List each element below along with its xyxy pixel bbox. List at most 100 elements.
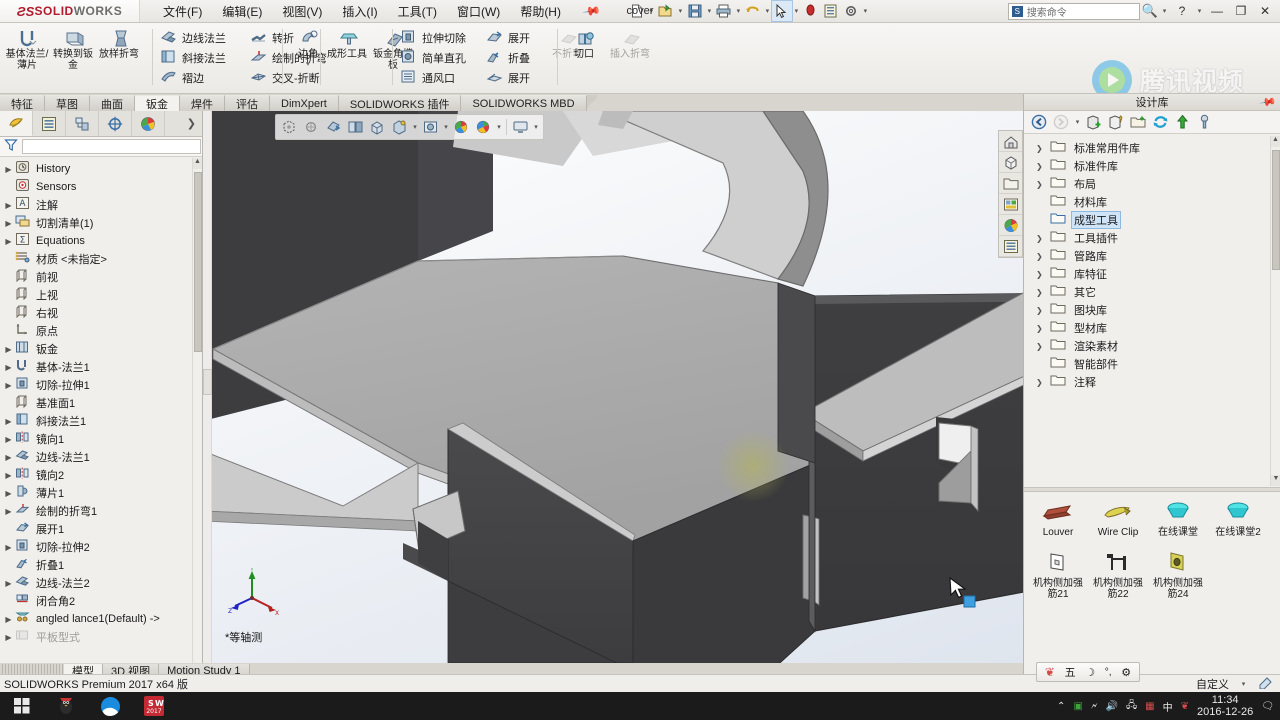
menu-help[interactable]: 帮助(H) <box>517 1 564 22</box>
viewport-scroll-thumb[interactable] <box>203 369 212 395</box>
tree-item-flat-pattern[interactable]: ▶ 平板型式 <box>0 628 192 646</box>
add-file-location-icon[interactable] <box>1107 113 1126 132</box>
rip-button[interactable]: 切口 <box>561 25 607 60</box>
library-item-layout[interactable]: ❯ 布局 <box>1024 175 1270 193</box>
expand-arrow-icon[interactable]: ▶ <box>2 489 15 498</box>
zoom-to-fit-icon[interactable] <box>279 117 300 138</box>
help-button[interactable]: ? <box>1171 2 1193 21</box>
display-manager-tab[interactable] <box>132 111 165 136</box>
design-library-icon[interactable] <box>999 152 1022 173</box>
pin-panel-icon[interactable]: 📌 <box>1259 93 1278 112</box>
property-manager-tab[interactable] <box>33 111 66 136</box>
scroll-up-arrow[interactable]: ▲ <box>193 158 202 169</box>
configuration-manager-tab[interactable] <box>66 111 99 136</box>
expand-arrow-icon[interactable]: ❯ <box>1036 342 1043 351</box>
expand-arrow-icon[interactable]: ▶ <box>2 453 15 462</box>
baidu-tray-icon[interactable]: ❦ <box>1181 701 1189 712</box>
library-item-blocks[interactable]: ❯ 图块库 <box>1024 301 1270 319</box>
expand-arrow-icon[interactable]: ▶ <box>2 579 15 588</box>
tab-weldments[interactable]: 焊件 <box>180 95 225 111</box>
tree-item-origin[interactable]: 原点 <box>0 322 192 340</box>
toolbox-icon[interactable] <box>1195 113 1214 132</box>
expand-arrow-icon[interactable]: ▶ <box>2 381 15 390</box>
section-view-icon[interactable] <box>345 117 366 138</box>
save-dropdown-icon[interactable]: ▾ <box>705 7 714 15</box>
add-to-library-icon[interactable] <box>1085 113 1104 132</box>
convert-to-sheet-metal-button[interactable]: 转换到钣金 <box>50 25 96 71</box>
expand-arrow-icon[interactable]: ❯ <box>1036 270 1043 279</box>
display-style-dropdown-icon[interactable]: ▾ <box>411 123 419 131</box>
minimize-button[interactable]: — <box>1206 2 1228 21</box>
tree-item-base-flange-1[interactable]: ▶ 基体-法兰1 <box>0 358 192 376</box>
library-item-library-features[interactable]: ❯ 库特征 <box>1024 265 1270 283</box>
expand-arrow-icon[interactable]: ❯ <box>1036 234 1043 243</box>
tree-item-top-plane[interactable]: 上视 <box>0 286 192 304</box>
tree-item-front-plane[interactable]: 前视 <box>0 268 192 286</box>
tree-item-cut-extrude-2[interactable]: ▶ 切除-拉伸2 <box>0 538 192 556</box>
library-item-routing[interactable]: ❯ 管路库 <box>1024 247 1270 265</box>
expand-arrow-icon[interactable]: ▶ <box>2 363 15 372</box>
featuremanager-tree-tab[interactable] <box>0 111 33 136</box>
punctuation-mode-icon[interactable]: °, <box>1105 667 1112 678</box>
print-dropdown-icon[interactable]: ▾ <box>734 7 743 15</box>
custom-properties-icon[interactable] <box>999 236 1022 257</box>
edge-flange-button[interactable]: 边线法兰 <box>156 28 230 47</box>
qq-penguin-icon[interactable] <box>44 692 88 720</box>
solidworks-2017-icon[interactable]: S W 2017 <box>132 692 176 720</box>
expand-arrow-icon[interactable]: ❯ <box>1036 180 1043 189</box>
open-dropdown-icon[interactable]: ▾ <box>676 7 685 15</box>
search-magnifier-icon[interactable]: 🔍 <box>1142 3 1158 19</box>
expand-arrow-icon[interactable]: ▶ <box>2 435 15 444</box>
view-palette-icon[interactable] <box>999 194 1022 215</box>
show-hidden-icons-button[interactable]: ⌃ <box>1057 701 1065 712</box>
expand-arrow-icon[interactable]: ▶ <box>2 507 15 516</box>
library-thumb-online-class-2[interactable]: 在线课堂2 <box>1208 499 1268 538</box>
options-list-button[interactable] <box>821 1 841 21</box>
library-thumb-rib-22[interactable]: 机构侧加强筋22 <box>1088 550 1148 600</box>
library-item-profiles[interactable]: ❯ 型材库 <box>1024 319 1270 337</box>
tree-item-cut-list[interactable]: ▶ 切割清单(1) <box>0 214 192 232</box>
simple-hole-button[interactable]: 简单直孔 <box>396 48 470 67</box>
library-item-render-materials[interactable]: ❯ 渲染素材 <box>1024 337 1270 355</box>
print-button[interactable] <box>714 1 734 21</box>
expand-arrow-icon[interactable]: ▶ <box>2 615 15 624</box>
lofted-bend-button[interactable]: 放样折弯 <box>96 25 142 60</box>
ime-tray-icon[interactable]: ▦ <box>1145 701 1154 712</box>
tree-item-edge-flange-1[interactable]: ▶ 边线-法兰1 <box>0 448 192 466</box>
ime-settings-icon[interactable]: ⚙ <box>1121 666 1131 679</box>
expand-arrow-icon[interactable]: ❯ <box>1036 162 1043 171</box>
baidu-paw-icon[interactable]: ❦ <box>1045 665 1055 679</box>
custom-mode-dropdown-icon[interactable]: ▾ <box>1239 680 1248 688</box>
tree-item-sketched-bend-1[interactable]: ▶ 绘制的折弯1 <box>0 502 192 520</box>
hem-button[interactable]: 褶边 <box>156 68 230 87</box>
pin-menu-icon[interactable]: 📌 <box>581 1 601 21</box>
tab-dimxpert[interactable]: DimXpert <box>270 95 339 111</box>
undo-dropdown-icon[interactable]: ▾ <box>763 7 772 15</box>
input-method-mode-icon[interactable]: 五 <box>1065 664 1076 680</box>
help-dropdown-icon[interactable]: ▾ <box>1195 7 1204 15</box>
fold-button[interactable]: 折叠 <box>482 48 534 67</box>
library-thumb-online-class[interactable]: 在线课堂 <box>1148 499 1208 538</box>
scroll-thumb[interactable] <box>194 172 202 352</box>
new-document-button[interactable] <box>627 1 647 21</box>
library-item-materials[interactable]: 材料库 <box>1024 193 1270 211</box>
tab-sketch[interactable]: 草图 <box>45 95 90 111</box>
taskbar-clock[interactable]: 11:34 2016-12-26 <box>1197 694 1253 718</box>
command-search-box[interactable]: S 搜索命令 <box>1007 2 1140 20</box>
tree-item-fold-1[interactable]: 折叠1 <box>0 556 192 574</box>
feature-filter-input[interactable] <box>22 139 201 154</box>
volume-icon[interactable]: 🔊 <box>1106 701 1118 712</box>
menu-view[interactable]: 视图(V) <box>279 1 325 22</box>
expand-arrow-icon[interactable]: ▶ <box>2 219 15 228</box>
qq-browser-icon[interactable] <box>88 692 132 720</box>
tree-item-right-plane[interactable]: 右视 <box>0 304 192 322</box>
library-item-others[interactable]: ❯ 其它 <box>1024 283 1270 301</box>
tree-item-equations[interactable]: ▶ Σ Equations <box>0 232 192 250</box>
expand-arrow-icon[interactable]: ▶ <box>2 543 15 552</box>
tab-solidworks-mbd[interactable]: SOLIDWORKS MBD <box>461 95 587 111</box>
expand-arrow-icon[interactable]: ▶ <box>2 471 15 480</box>
tree-item-annotations[interactable]: ▶ A 注解 <box>0 196 192 214</box>
edit-appearance-icon[interactable] <box>451 117 472 138</box>
search-dropdown-icon[interactable]: ▾ <box>1160 7 1169 15</box>
ime-language-icon[interactable]: 中 <box>1163 699 1173 714</box>
